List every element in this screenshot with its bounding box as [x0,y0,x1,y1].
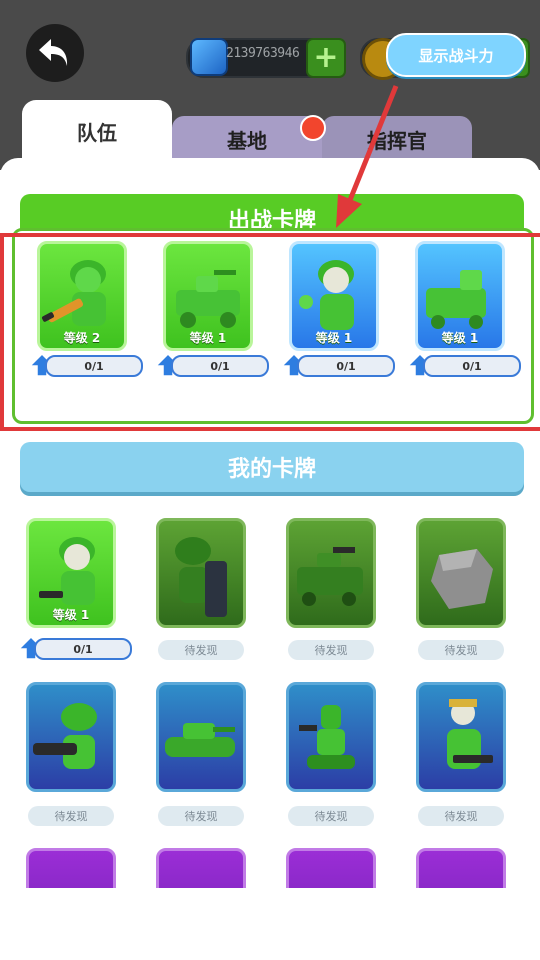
upgrade-progress: 0/1 [297,355,395,377]
card-status: 待发现 [288,806,374,826]
card-rock[interactable] [416,518,506,628]
card-locked-3[interactable] [286,848,376,888]
tab-commander[interactable]: 指挥官 [322,116,472,162]
card-shield-soldier[interactable] [156,518,246,628]
card-robot-tread[interactable] [286,682,376,792]
add-gems-button[interactable]: + [306,38,346,78]
battle-deck: 等级 2 0/1 等级 1 0/1 等级 1 0/1 等级 1 0/1 [12,228,534,424]
shield-soldier-icon [175,537,227,617]
card-status: 待发现 [158,640,244,660]
upgrade-progress: 0/1 [34,638,132,660]
card-status: 待发现 [28,806,114,826]
card-level: 等级 1 [189,331,227,345]
card-locked-1[interactable] [26,848,116,888]
deck-card-1-upgrade[interactable]: 0/1 [29,352,143,377]
card-status: 待发现 [288,640,374,660]
bazooka-soldier-icon [33,703,97,769]
gunner-soldier-icon [447,699,493,769]
card-status: 待发现 [418,806,504,826]
deck-card-truck[interactable]: 等级 1 [415,241,505,351]
rock-icon [431,549,493,609]
upgrade-progress: 0/1 [45,355,143,377]
card-level: 等级 1 [52,608,90,622]
card-locked-4[interactable] [416,848,506,888]
gem-icon [190,38,228,76]
card-armored-car[interactable] [286,518,376,628]
show-power-button[interactable]: 显示战斗力 [386,33,526,77]
my-cards-title: 我的卡牌 [20,442,524,492]
tab-base[interactable]: 基地 [172,116,322,162]
card-level: 等级 2 [63,331,101,345]
deck-card-rifle-soldier[interactable]: 等级 2 [37,241,127,351]
deck-card-2-upgrade[interactable]: 0/1 [155,352,269,377]
robot-tread-icon [299,705,355,769]
upgrade-progress: 0/1 [423,355,521,377]
card-status: 待发现 [158,806,244,826]
deck-card-3-upgrade[interactable]: 0/1 [281,352,395,377]
tab-team[interactable]: 队伍 [22,100,172,162]
armored-car-icon [297,547,363,606]
card-level: 等级 1 [315,331,353,345]
card-pistol-soldier[interactable]: 等级 1 [26,518,116,628]
team-panel: 出战卡牌 等级 2 0/1 等级 1 0/1 等级 1 0/1 等级 1 0/1… [0,158,540,888]
top-bar: 2139763946 + + 显示战斗力 队伍 基地 指挥官 [0,0,540,170]
card-level: 等级 1 [441,331,479,345]
notification-dot [300,115,326,141]
gem-value: 2139763946 [226,46,300,61]
deck-card-jeep[interactable]: 等级 1 [163,241,253,351]
card-pistol-upgrade[interactable]: 0/1 [18,635,132,660]
card-tank[interactable] [156,682,246,792]
card-gunner-soldier[interactable] [416,682,506,792]
upgrade-progress: 0/1 [171,355,269,377]
deck-card-waving-soldier[interactable]: 等级 1 [289,241,379,351]
tank-icon [165,723,235,757]
back-button[interactable] [26,24,84,82]
card-locked-2[interactable] [156,848,246,888]
deck-card-4-upgrade[interactable]: 0/1 [407,352,521,377]
card-bazooka-soldier[interactable] [26,682,116,792]
back-arrow-icon [39,39,68,66]
card-status: 待发现 [418,640,504,660]
